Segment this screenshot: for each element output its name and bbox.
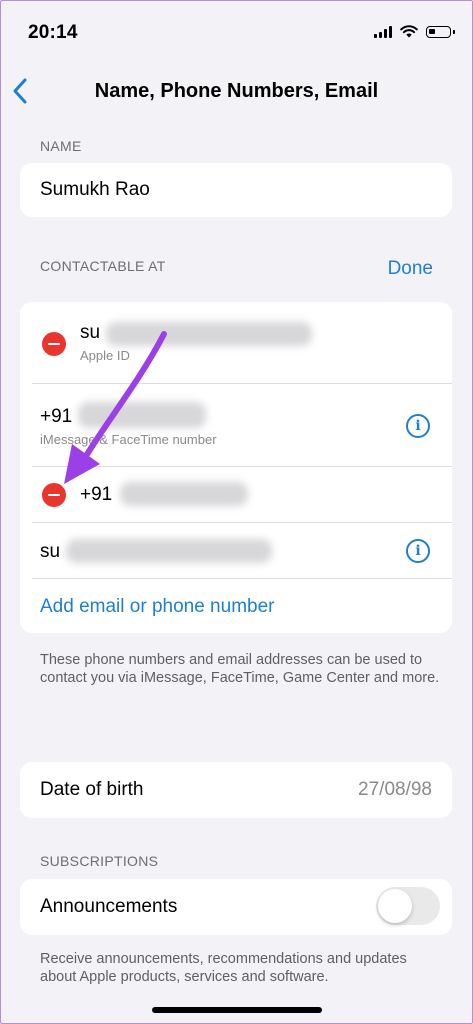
announcements-label: Announcements	[40, 896, 178, 917]
name-value: Sumukh Rao	[40, 179, 150, 200]
contact-row-title: +91	[80, 484, 113, 505]
contact-row-apple-id[interactable]: su Apple ID	[20, 302, 452, 383]
redacted-email-blur	[66, 539, 272, 563]
redacted-phone-blur	[78, 402, 206, 428]
toggle-knob	[378, 889, 412, 923]
status-icons	[374, 25, 455, 38]
contactable-section-label: CONTACTABLE AT	[40, 258, 166, 274]
announcements-row: Announcements	[20, 879, 452, 935]
battery-icon	[426, 25, 455, 38]
contact-row-title: su	[80, 322, 101, 343]
contact-row-phone-secondary[interactable]: +91	[20, 467, 452, 522]
wifi-icon	[400, 25, 418, 38]
done-button[interactable]: Done	[388, 258, 433, 280]
announcements-toggle[interactable]	[376, 887, 440, 925]
date-of-birth-row[interactable]: Date of birth 27/08/98	[20, 762, 452, 818]
contactable-footer-note: These phone numbers and email addresses …	[40, 652, 440, 686]
date-of-birth-value: 27/08/98	[358, 779, 432, 800]
contact-row-subtitle: iMessage & FaceTime number	[40, 432, 217, 447]
contactable-card: su Apple ID +91 iMessage & FaceTime numb…	[20, 302, 452, 633]
subscriptions-section-label: SUBSCRIPTIONS	[40, 853, 159, 869]
redacted-email-blur	[106, 322, 312, 346]
contact-row-subtitle: Apple ID	[80, 348, 130, 363]
page-title: Name, Phone Numbers, Email	[94, 80, 379, 102]
contact-row-title: su	[40, 541, 61, 562]
redacted-phone-blur	[120, 482, 248, 506]
info-icon[interactable]: i	[406, 414, 430, 438]
name-card[interactable]: Sumukh Rao	[20, 163, 452, 217]
contact-row-phone-primary[interactable]: +91 iMessage & FaceTime number i	[20, 384, 452, 466]
status-time: 20:14	[28, 22, 78, 43]
add-email-or-phone-link[interactable]: Add email or phone number	[40, 596, 274, 618]
subscriptions-footer-note: Receive announcements, recommendations a…	[40, 951, 407, 985]
date-of-birth-label: Date of birth	[40, 779, 144, 800]
cellular-signal-icon	[374, 25, 392, 38]
info-icon[interactable]: i	[406, 539, 430, 563]
delete-minus-icon[interactable]	[42, 483, 66, 507]
home-indicator[interactable]	[152, 1007, 322, 1013]
divider	[32, 578, 452, 579]
name-section-label: NAME	[40, 138, 82, 154]
contact-row-title: +91	[40, 406, 73, 427]
contact-row-email-secondary[interactable]: su i	[20, 523, 452, 578]
delete-minus-icon[interactable]	[42, 332, 66, 356]
